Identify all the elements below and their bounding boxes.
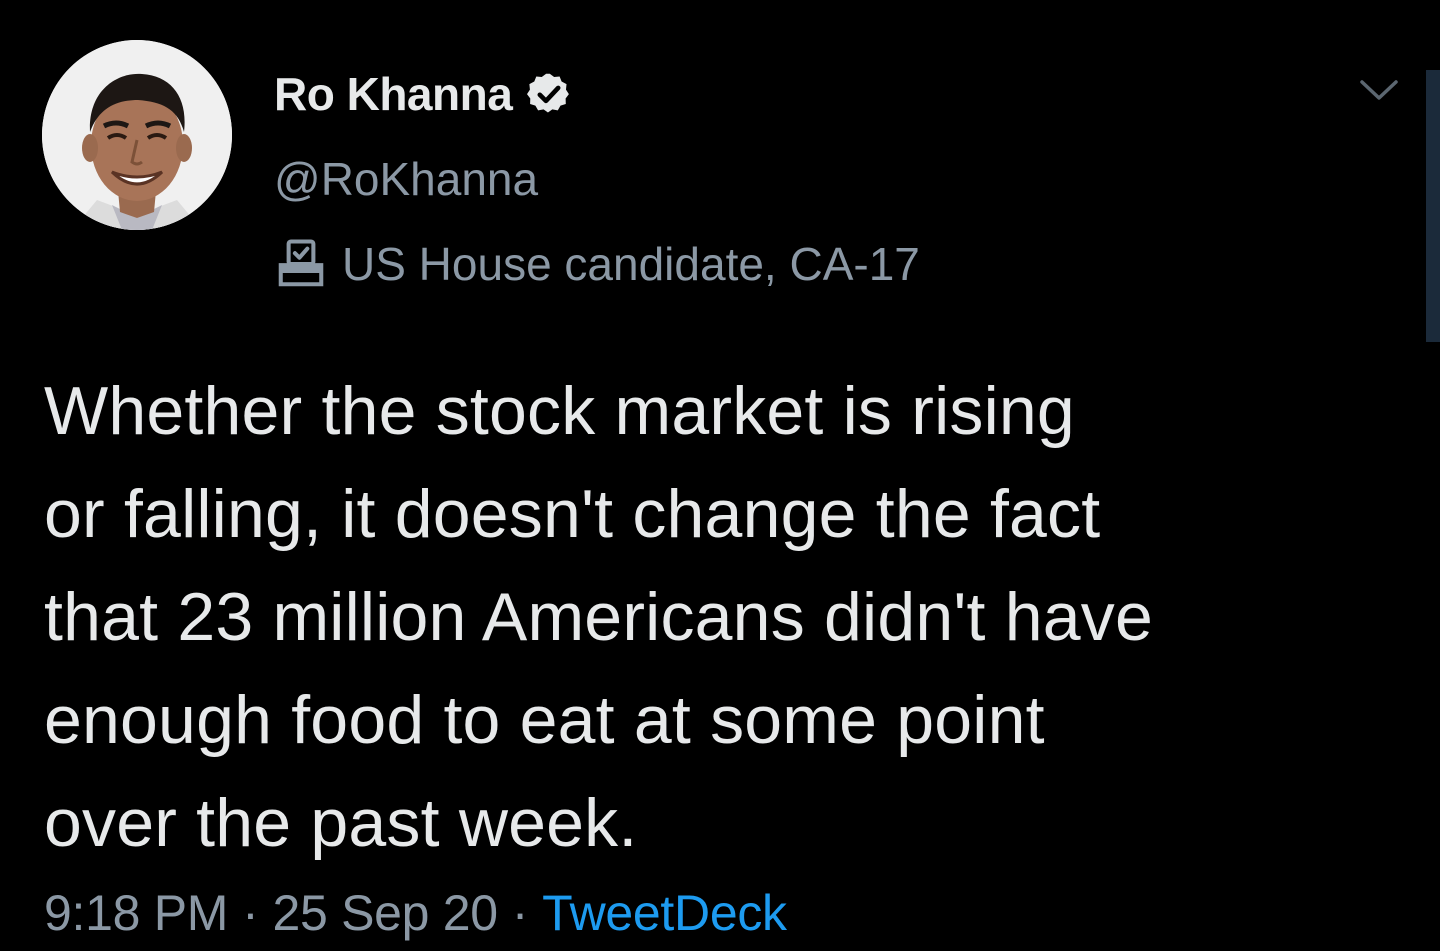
- tweet-meta: 9:18 PM · 25 Sep 20 · TweetDeck: [44, 884, 787, 942]
- verified-badge-icon: [527, 73, 570, 113]
- author-display-name[interactable]: Ro Khanna: [274, 67, 513, 121]
- chevron-down-icon[interactable]: [1358, 76, 1400, 106]
- candidate-label: US House candidate, CA-17: [274, 236, 920, 292]
- author-name-row[interactable]: Ro Khanna: [274, 62, 572, 126]
- tweet-text: Whether the stock market is rising or fa…: [44, 373, 1153, 861]
- author-handle[interactable]: @RoKhanna: [274, 152, 538, 206]
- avatar[interactable]: [42, 40, 232, 230]
- candidate-label-text: US House candidate, CA-17: [342, 238, 920, 290]
- avatar-photo: [42, 40, 232, 230]
- meta-separator: ·: [242, 885, 259, 941]
- tweet-date[interactable]: 25 Sep 20: [272, 885, 498, 941]
- tweet-card: Ro Khanna @RoKhanna US House candidate, …: [0, 0, 1440, 951]
- scrollbar[interactable]: [1426, 70, 1440, 342]
- meta-separator: ·: [511, 885, 529, 941]
- ballot-box-icon: [278, 239, 324, 287]
- tweet-source-link[interactable]: TweetDeck: [542, 885, 787, 941]
- tweet-time[interactable]: 9:18 PM: [44, 885, 228, 941]
